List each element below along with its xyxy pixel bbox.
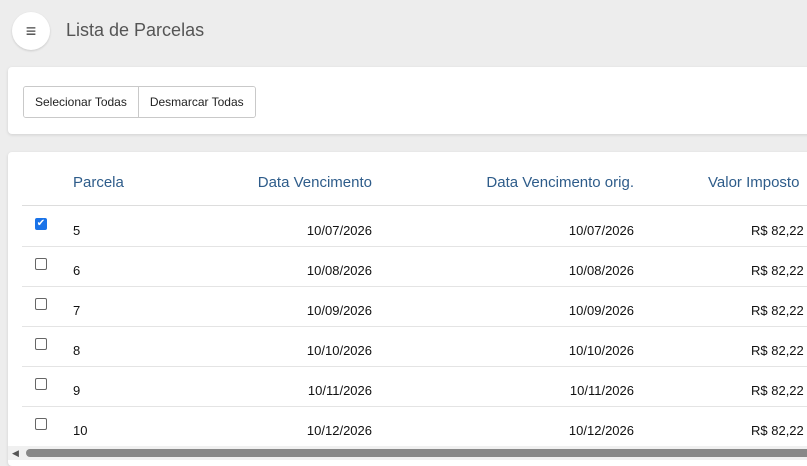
row-checkbox[interactable] [35,298,47,310]
table-row[interactable]: 6 10/08/2026 10/08/2026 R$ 82,22 [22,246,807,287]
select-all-button[interactable]: Selecionar Todas [24,87,138,117]
cell-valor-imposto: R$ 82,22 [751,423,804,438]
column-header-parcela[interactable]: Parcela [73,174,124,191]
cell-parcela: 7 [73,303,81,318]
cell-data-vencimento: 10/11/2026 [307,383,372,398]
cell-valor-imposto: R$ 82,22 [751,303,804,318]
hamburger-icon: ≡ [25,21,37,41]
page-title: Lista de Parcelas [66,20,205,40]
table-row[interactable]: 8 10/10/2026 10/10/2026 R$ 82,22 [22,326,807,367]
installments-table: Parcela Data Vencimento Data Vencimento … [8,152,807,466]
table-row[interactable]: 7 10/09/2026 10/09/2026 R$ 82,22 [22,286,807,327]
cell-data-vencimento-orig: 10/12/2026 [568,423,634,438]
cell-parcela: 6 [73,263,81,278]
menu-button[interactable]: ≡ [12,12,50,50]
cell-valor-imposto: R$ 82,22 [751,223,804,238]
row-checkbox[interactable] [35,338,47,350]
cell-data-vencimento-orig: 10/10/2026 [568,343,634,358]
cell-data-vencimento: 10/09/2026 [306,303,372,318]
horizontal-scrollbar[interactable]: ◀ [8,446,807,460]
cell-data-vencimento-orig: 10/11/2026 [569,383,634,398]
cell-data-vencimento: 10/07/2026 [306,223,372,238]
column-header-valor-imposto[interactable]: Valor Imposto [708,174,799,191]
cell-data-vencimento-orig: 10/08/2026 [568,263,634,278]
selection-button-group: Selecionar Todas Desmarcar Todas [23,86,256,118]
cell-data-vencimento: 10/08/2026 [306,263,372,278]
cell-data-vencimento-orig: 10/07/2026 [568,223,634,238]
row-checkbox[interactable] [35,378,47,390]
cell-parcela: 8 [73,343,81,358]
cell-parcela: 9 [73,383,81,398]
deselect-all-button[interactable]: Desmarcar Todas [137,87,255,117]
table-row[interactable]: ✔ 5 10/07/2026 10/07/2026 R$ 82,22 [22,206,807,247]
cell-valor-imposto: R$ 82,22 [751,343,804,358]
row-checkbox[interactable] [35,418,47,430]
scroll-left-icon[interactable]: ◀ [12,448,19,459]
toolbar-card: Selecionar Todas Desmarcar Todas [8,67,807,134]
cell-parcela: 5 [73,223,81,238]
column-header-data-vencimento-orig[interactable]: Data Vencimento orig. [486,174,634,191]
cell-data-vencimento: 10/10/2026 [306,343,372,358]
cell-data-vencimento-orig: 10/09/2026 [568,303,634,318]
row-checkbox[interactable] [35,258,47,270]
cell-parcela: 10 [73,423,88,438]
cell-valor-imposto: R$ 82,22 [751,263,804,278]
cell-data-vencimento: 10/12/2026 [306,423,372,438]
table-row[interactable]: 10 10/12/2026 10/12/2026 R$ 82,22 [22,406,807,446]
checkmark-icon: ✔ [36,218,46,229]
cell-valor-imposto: R$ 82,22 [751,383,804,398]
row-checkbox-checked[interactable]: ✔ [35,218,47,230]
column-header-data-vencimento[interactable]: Data Vencimento [258,174,372,191]
table-row[interactable]: 9 10/11/2026 10/11/2026 R$ 82,22 [22,366,807,407]
scrollbar-thumb[interactable] [26,449,807,457]
